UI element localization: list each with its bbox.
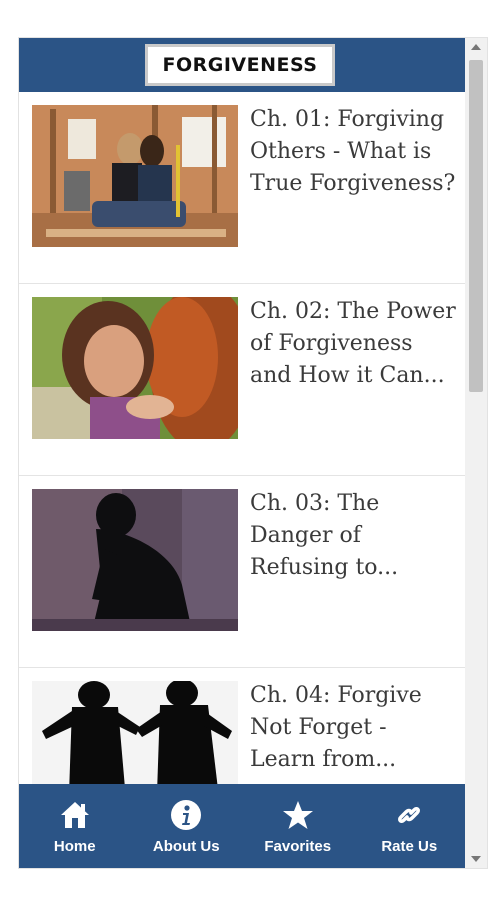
chapter-2-title[interactable]: Ch. 02: The Power of Forgiveness and How… bbox=[250, 296, 465, 392]
app-header: FORGIVENESS bbox=[19, 38, 465, 92]
info-icon bbox=[169, 798, 203, 832]
chapter-3-thumbnail bbox=[32, 489, 238, 631]
home-icon bbox=[58, 798, 92, 832]
link-icon bbox=[392, 798, 426, 832]
nav-favorites-label: Favorites bbox=[264, 837, 332, 855]
nav-home[interactable]: Home bbox=[19, 784, 131, 868]
chapter-3-title[interactable]: Ch. 03: The Danger of Refusing to... bbox=[250, 488, 465, 584]
nav-about-us[interactable]: About Us bbox=[131, 784, 243, 868]
nav-rate-us[interactable]: Rate Us bbox=[354, 784, 466, 868]
chapter-item-1[interactable]: Ch. 01: Forgiving Others - What is True … bbox=[19, 92, 465, 284]
chapter-1-title[interactable]: Ch. 01: Forgiving Others - What is True … bbox=[250, 104, 465, 200]
star-icon bbox=[281, 798, 315, 832]
chapter-4-title[interactable]: Ch. 04: Forgive Not Forget - Learn from.… bbox=[250, 680, 465, 776]
nav-favorites[interactable]: Favorites bbox=[242, 784, 354, 868]
nav-home-label: Home bbox=[53, 837, 96, 855]
scroll-up-arrow[interactable] bbox=[471, 44, 481, 50]
chapter-1-thumbnail bbox=[32, 105, 238, 247]
chapter-item-4[interactable]: Ch. 04: Forgive Not Forget - Learn from.… bbox=[19, 668, 465, 784]
chapter-list: Ch. 01: Forgiving Others - What is True … bbox=[19, 92, 465, 784]
scrollbar-thumb[interactable] bbox=[469, 60, 483, 392]
nav-about-us-label: About Us bbox=[152, 837, 220, 855]
scroll-down-arrow[interactable] bbox=[471, 856, 481, 862]
chapter-item-2[interactable]: Ch. 02: The Power of Forgiveness and How… bbox=[19, 284, 465, 476]
chapter-2-thumbnail bbox=[32, 297, 238, 439]
bottom-nav: Home About Us Favorites Rate Us bbox=[19, 784, 465, 868]
app-logo-text: FORGIVENESS bbox=[162, 54, 318, 76]
chapter-4-thumbnail bbox=[32, 681, 238, 784]
app-window: FORGIVENESS Ch. 01: Forgiving Others - W… bbox=[19, 38, 487, 868]
chapter-item-3[interactable]: Ch. 03: The Danger of Refusing to... bbox=[19, 476, 465, 668]
nav-rate-us-label: Rate Us bbox=[381, 837, 438, 855]
scrollbar[interactable] bbox=[465, 38, 487, 868]
app-logo: FORGIVENESS bbox=[145, 44, 335, 86]
